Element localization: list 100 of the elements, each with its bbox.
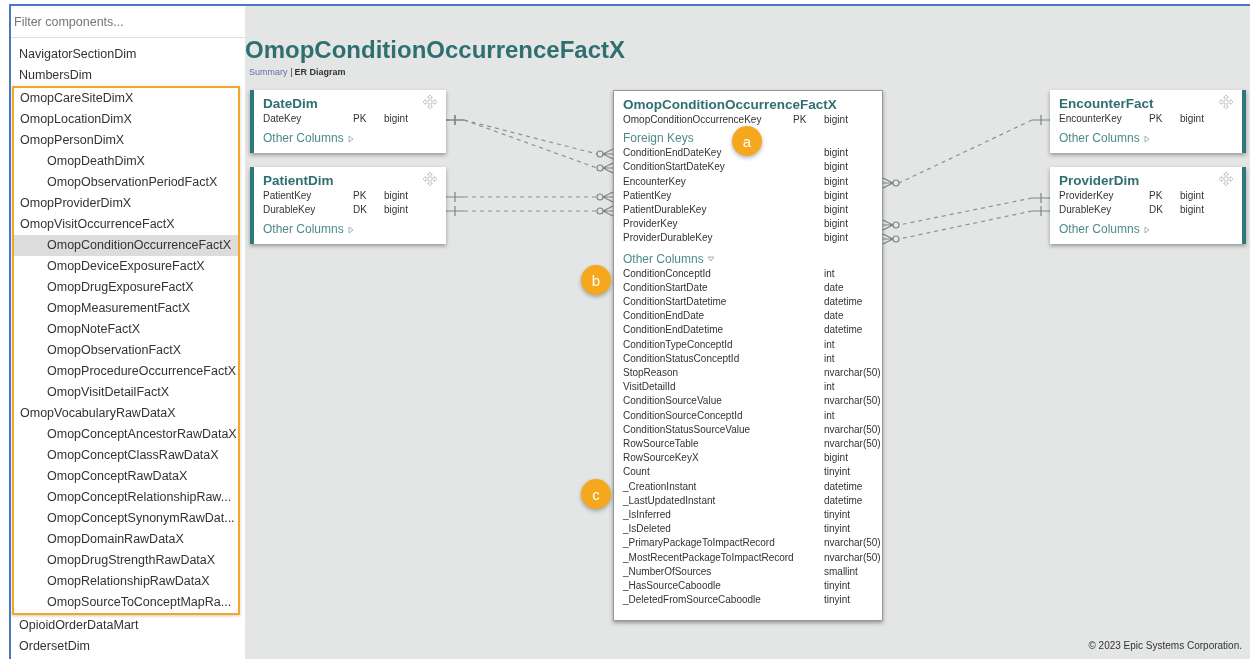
data-type: tinyint: [824, 508, 852, 523]
column-name: DurableKey: [1059, 203, 1112, 218]
other-columns-toggle[interactable]: Other Columns: [263, 131, 355, 147]
sidebar-item[interactable]: OmopMeasurementFactX: [14, 298, 238, 319]
column-name: _PrimaryPackageToImpactRecord: [623, 536, 775, 551]
data-type: int: [824, 380, 836, 395]
table-name: OmopConditionOccurrenceFactX: [623, 97, 837, 113]
column-name: _IsDeleted: [623, 522, 671, 537]
sidebar-item[interactable]: OmopVisitDetailFactX: [14, 382, 238, 403]
sidebar-item[interactable]: OmopDrugStrengthRawDataX: [14, 550, 238, 571]
sidebar-item[interactable]: OmopObservationFactX: [14, 340, 238, 361]
column-name: PatientKey: [263, 189, 312, 203]
sidebar-item[interactable]: OmopDeathDimX: [14, 151, 238, 172]
other-columns-toggle[interactable]: Other Columns: [1059, 131, 1151, 147]
move-icon[interactable]: [422, 94, 438, 110]
data-type: tinyint: [824, 465, 852, 480]
column-name: ProviderDurableKey: [623, 231, 713, 246]
data-type: bigint: [824, 451, 849, 466]
column-name: ConditionEndDate: [623, 309, 705, 324]
sidebar-item[interactable]: OmopObservationPeriodFactX: [14, 172, 238, 193]
sidebar-item[interactable]: OmopDomainRawDataX: [14, 529, 238, 550]
column-name: ConditionStatusConceptId: [623, 351, 740, 366]
column-name: DateKey: [263, 112, 302, 126]
sidebar-item[interactable]: OmopConceptSynonymRawDat...: [14, 508, 238, 529]
other-columns-toggle[interactable]: Other Columns: [1059, 222, 1151, 238]
key-type: DK: [1149, 203, 1164, 218]
sidebar-item[interactable]: OmopProcedureOccurrenceFactX: [14, 361, 238, 382]
sidebar-item[interactable]: OmopConceptRelationshipRaw...: [14, 487, 238, 508]
column-name: _HasSourceCaboodle: [623, 579, 721, 594]
sidebar-item[interactable]: OmopVocabularyRawDataX: [14, 403, 238, 424]
data-type: bigint: [824, 113, 849, 127]
sidebar-item[interactable]: OmopConceptRawDataX: [14, 466, 238, 487]
column-name: StopReason: [623, 366, 679, 381]
sidebar-item[interactable]: OmopPersonDimX: [14, 130, 238, 151]
table-name: PatientDim: [263, 173, 334, 189]
sidebar-item[interactable]: OmopRelationshipRawDataX: [14, 571, 238, 592]
column-name: DurableKey: [263, 203, 316, 218]
key-type: DK: [353, 203, 368, 218]
data-type: bigint: [824, 160, 849, 175]
column-name: _IsInferred: [623, 508, 671, 523]
column-name: _CreationInstant: [623, 479, 697, 494]
sidebar-item[interactable]: NumbersDim: [11, 65, 245, 86]
move-icon[interactable]: [1218, 171, 1234, 187]
sidebar-item[interactable]: NavigatorSectionDim: [11, 44, 245, 65]
sidebar-item[interactable]: OmopProviderDimX: [14, 193, 238, 214]
column-name: EncounterKey: [623, 174, 686, 189]
other-columns-toggle[interactable]: Other Columns: [263, 222, 355, 238]
move-icon[interactable]: [422, 171, 438, 187]
triangle-icon: [706, 255, 715, 264]
sidebar-item[interactable]: OmopCareSiteDimX: [14, 88, 238, 109]
column-name: ConditionConceptId: [623, 266, 711, 281]
callout-marker: b: [581, 265, 611, 295]
sidebar-item[interactable]: OmopVisitOccurrenceFactX: [14, 214, 238, 235]
sidebar-item[interactable]: OmopConceptClassRawDataX: [14, 445, 238, 466]
data-type: int: [824, 266, 836, 281]
sidebar-item[interactable]: OmopNoteFactX: [14, 319, 238, 340]
sidebar-item[interactable]: OrdersetDim: [11, 636, 245, 657]
sidebar-item[interactable]: OmopLocationDimX: [14, 109, 238, 130]
sidebar-item[interactable]: OpioidOrderDataMart: [11, 615, 245, 636]
data-type: bigint: [824, 146, 849, 161]
sidebar-item[interactable]: OmopConditionOccurrenceFactX: [14, 235, 238, 256]
table-name: DateDim: [263, 96, 318, 112]
key-type: PK: [793, 113, 808, 127]
page-title: OmopConditionOccurrenceFactX: [245, 35, 627, 64]
table-name: ProviderDim: [1059, 173, 1140, 189]
triangle-icon: [346, 134, 355, 143]
sidebar-item[interactable]: OmopConceptAncestorRawDataX: [14, 424, 238, 445]
data-type: int: [824, 337, 836, 352]
data-type: bigint: [824, 188, 849, 203]
move-icon[interactable]: [1218, 94, 1234, 110]
data-type: bigint: [824, 203, 849, 217]
data-type: bigint: [824, 217, 849, 232]
data-type: tinyint: [824, 522, 852, 537]
callout-marker: c: [581, 479, 611, 509]
copyright-text: © 2023 Epic Systems Corporation.: [1088, 640, 1242, 651]
sidebar-item[interactable]: OmopDrugExposureFactX: [14, 277, 238, 298]
key-type: PK: [353, 112, 368, 126]
sidebar-item[interactable]: OmopSourceToConceptMapRa...: [14, 592, 238, 613]
tab[interactable]: ER Diagram: [294, 67, 346, 77]
data-type: tinyint: [824, 593, 852, 608]
data-type: int: [824, 408, 836, 423]
data-type: smallint: [824, 564, 859, 579]
other-columns-toggle[interactable]: Other Columns: [623, 251, 715, 267]
data-type: datetime: [824, 323, 864, 338]
column-name: _NumberOfSources: [623, 564, 712, 579]
data-type: bigint: [384, 203, 409, 218]
triangle-icon: [1142, 134, 1151, 143]
table-name: EncounterFact: [1059, 96, 1154, 112]
column-name: _MostRecentPackageToImpactRecord: [623, 550, 794, 565]
column-name: OmopConditionOccurrenceKey: [623, 113, 762, 127]
column-name: ProviderKey: [623, 217, 678, 232]
tab[interactable]: Summary: [249, 67, 288, 77]
column-name: EncounterKey: [1059, 112, 1122, 126]
column-name: ProviderKey: [1059, 189, 1114, 203]
data-type: bigint: [384, 112, 409, 126]
key-type: PK: [1149, 112, 1164, 126]
section-label: Foreign Keys: [623, 131, 694, 147]
data-type: date: [824, 280, 845, 295]
sidebar-item[interactable]: OmopDeviceExposureFactX: [14, 256, 238, 277]
data-type: datetime: [824, 493, 864, 508]
